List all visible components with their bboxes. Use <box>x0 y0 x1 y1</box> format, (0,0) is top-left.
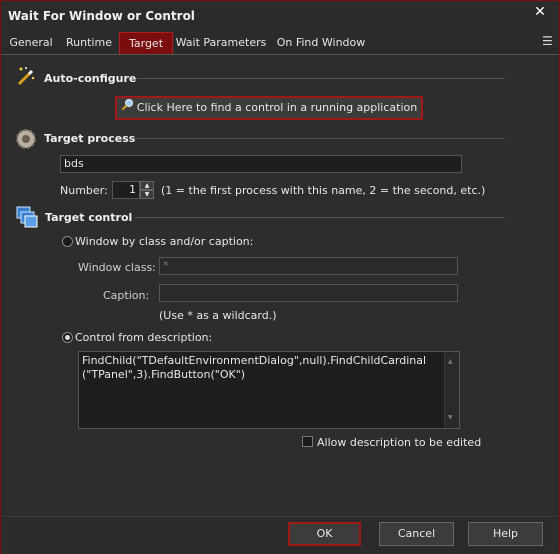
auto-configure-title: Auto-configure <box>44 72 137 85</box>
find-control-button[interactable]: Click Here to find a control in a runnin… <box>115 96 423 120</box>
description-line-2: ("TPanel",3).FindButton("OK") <box>82 368 246 381</box>
description-textarea[interactable]: FindChild("TDefaultEnvironmentDialog",nu… <box>78 351 460 429</box>
divider <box>135 217 505 218</box>
tab-target[interactable]: Target <box>119 32 173 54</box>
tab-wait-parameters[interactable]: Wait Parameters <box>173 32 269 54</box>
allow-edit-checkbox[interactable] <box>302 436 313 447</box>
window-by-class-radio[interactable] <box>62 236 73 247</box>
gear-icon <box>14 127 38 151</box>
number-label: Number: <box>60 184 108 197</box>
find-control-button-label: Click Here to find a control in a runnin… <box>136 101 418 114</box>
dialog-window: Wait For Window or Control ✕ General Run… <box>0 0 560 554</box>
dialog-footer: OK Cancel Help <box>1 516 559 554</box>
number-hint: (1 = the first process with this name, 2… <box>161 184 486 197</box>
scroll-up-icon[interactable]: ▲ <box>448 355 453 369</box>
scroll-down-icon[interactable]: ▼ <box>448 411 453 425</box>
window-title: Wait For Window or Control <box>8 9 195 23</box>
divider <box>135 138 505 139</box>
description-line-1: FindChild("TDefaultEnvironmentDialog",nu… <box>82 354 427 367</box>
windows-stack-icon <box>15 205 39 229</box>
caption-input[interactable] <box>159 284 458 302</box>
magnifier-icon <box>121 98 134 118</box>
process-number-input[interactable]: 1 <box>112 181 140 199</box>
process-name-input[interactable]: bds <box>60 155 462 173</box>
target-tab-content: Auto-configure Click Here to find a cont… <box>2 55 558 516</box>
resize-grip-icon[interactable]: ⋰ <box>549 546 557 553</box>
tab-general[interactable]: General <box>5 32 57 54</box>
allow-edit-label: Allow description to be edited <box>317 436 482 449</box>
window-class-label: Window class: <box>78 261 156 274</box>
cancel-button[interactable]: Cancel <box>379 522 454 546</box>
magic-wand-icon <box>15 65 37 87</box>
control-from-description-label: Control from description: <box>75 331 213 344</box>
stepper-up-icon[interactable]: ▲ <box>140 181 154 190</box>
tab-menu-icon[interactable]: ☰ <box>542 34 553 48</box>
ok-button[interactable]: OK <box>288 522 361 546</box>
tab-bar: General Runtime Target Wait Parameters O… <box>1 32 559 55</box>
control-from-description-radio[interactable] <box>62 332 73 343</box>
help-button[interactable]: Help <box>468 522 543 546</box>
stepper-down-icon[interactable]: ▼ <box>140 190 154 199</box>
caption-label: Caption: <box>103 289 150 302</box>
window-class-input[interactable]: * <box>159 257 458 275</box>
wildcard-hint: (Use * as a wildcard.) <box>159 309 277 322</box>
target-control-title: Target control <box>45 211 133 224</box>
title-bar: Wait For Window or Control ✕ <box>1 1 559 31</box>
textarea-scrollbar[interactable]: ▲ ▼ <box>444 352 459 428</box>
close-icon[interactable]: ✕ <box>521 1 559 23</box>
tab-on-find-window[interactable]: On Find Window <box>273 32 369 54</box>
window-by-class-label: Window by class and/or caption: <box>75 235 254 248</box>
tab-runtime[interactable]: Runtime <box>61 32 117 54</box>
target-process-title: Target process <box>44 132 136 145</box>
divider <box>137 78 505 79</box>
